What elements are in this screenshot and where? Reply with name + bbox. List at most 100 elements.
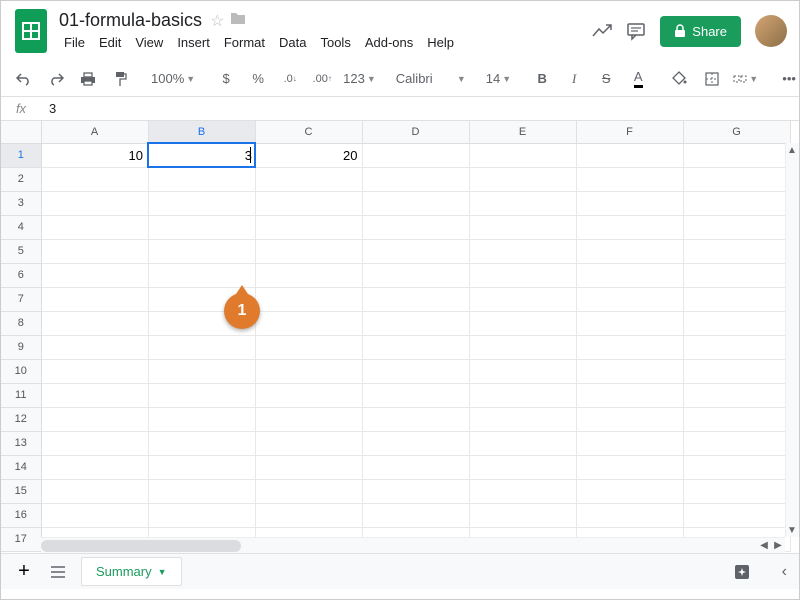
cell[interactable] [41, 239, 148, 263]
cell[interactable] [255, 383, 362, 407]
cell[interactable] [469, 359, 576, 383]
print-button[interactable] [77, 67, 99, 91]
cell[interactable] [362, 239, 469, 263]
cell[interactable] [41, 263, 148, 287]
row-header[interactable]: 11 [1, 383, 41, 407]
currency-button[interactable]: $ [215, 67, 237, 91]
cell[interactable] [683, 407, 790, 431]
row-header[interactable]: 1 [1, 143, 41, 167]
column-header[interactable]: D [362, 121, 469, 143]
scroll-down-button[interactable]: ▼ [785, 523, 799, 537]
folder-icon[interactable] [230, 11, 246, 31]
cell[interactable] [148, 191, 255, 215]
cell[interactable] [683, 287, 790, 311]
cell[interactable] [41, 191, 148, 215]
strikethrough-button[interactable]: S [595, 67, 617, 91]
row-header[interactable]: 17 [1, 527, 41, 551]
vertical-scrollbar[interactable] [785, 143, 799, 537]
cell[interactable] [41, 359, 148, 383]
cell[interactable] [362, 335, 469, 359]
percent-button[interactable]: % [247, 67, 269, 91]
cell[interactable] [469, 503, 576, 527]
cell[interactable] [576, 311, 683, 335]
formula-input[interactable]: 3 [41, 99, 799, 118]
font-dropdown[interactable]: Calibri▼ [396, 71, 466, 86]
cell[interactable] [362, 455, 469, 479]
number-format-dropdown[interactable]: 123▼ [343, 71, 376, 86]
menu-addons[interactable]: Add-ons [360, 33, 418, 52]
cell[interactable] [683, 359, 790, 383]
column-header[interactable]: E [469, 121, 576, 143]
cell[interactable] [683, 239, 790, 263]
scroll-up-button[interactable]: ▲ [785, 143, 799, 157]
cell[interactable] [41, 383, 148, 407]
cell[interactable] [469, 311, 576, 335]
menu-view[interactable]: View [130, 33, 168, 52]
doc-title[interactable]: 01-formula-basics [59, 10, 202, 31]
cell[interactable] [576, 407, 683, 431]
all-sheets-button[interactable] [47, 560, 69, 584]
row-header[interactable]: 16 [1, 503, 41, 527]
cell[interactable] [255, 359, 362, 383]
row-header[interactable]: 7 [1, 287, 41, 311]
redo-button[interactable] [45, 67, 67, 91]
row-header[interactable]: 2 [1, 167, 41, 191]
cell[interactable] [255, 407, 362, 431]
borders-button[interactable] [701, 67, 723, 91]
cell[interactable] [255, 191, 362, 215]
cell[interactable] [255, 431, 362, 455]
zoom-dropdown[interactable]: 100%▼ [151, 71, 195, 86]
cell[interactable] [576, 215, 683, 239]
row-header[interactable]: 9 [1, 335, 41, 359]
sheet-tab-dropdown-icon[interactable]: ▼ [158, 567, 167, 577]
row-header[interactable]: 12 [1, 407, 41, 431]
cell[interactable] [683, 479, 790, 503]
cell[interactable] [576, 263, 683, 287]
cell[interactable] [469, 335, 576, 359]
add-sheet-button[interactable]: + [13, 560, 35, 584]
cell[interactable] [362, 311, 469, 335]
cell[interactable] [362, 407, 469, 431]
scroll-right-button[interactable]: ▶ [771, 538, 785, 552]
horizontal-scrollbar[interactable] [41, 537, 785, 553]
menu-file[interactable]: File [59, 33, 90, 52]
cell[interactable] [148, 431, 255, 455]
cell[interactable] [255, 455, 362, 479]
cell[interactable] [576, 383, 683, 407]
row-header[interactable]: 14 [1, 455, 41, 479]
row-header[interactable]: 4 [1, 215, 41, 239]
menu-help[interactable]: Help [422, 33, 459, 52]
cell[interactable] [41, 215, 148, 239]
cell[interactable] [683, 455, 790, 479]
menu-format[interactable]: Format [219, 33, 270, 52]
cell[interactable] [362, 143, 469, 167]
cell[interactable] [148, 215, 255, 239]
cell[interactable] [255, 287, 362, 311]
cell[interactable] [41, 503, 148, 527]
cell[interactable] [683, 311, 790, 335]
comments-icon[interactable] [626, 21, 646, 41]
row-header[interactable]: 13 [1, 431, 41, 455]
decrease-decimal-button[interactable]: .0↓ [279, 67, 301, 91]
cell[interactable] [148, 335, 255, 359]
menu-tools[interactable]: Tools [315, 33, 355, 52]
cell[interactable]: 3 [148, 143, 255, 167]
cell[interactable] [362, 431, 469, 455]
row-header[interactable]: 8 [1, 311, 41, 335]
share-button[interactable]: Share [660, 16, 741, 47]
cell[interactable] [576, 239, 683, 263]
cell[interactable] [362, 215, 469, 239]
cell[interactable] [41, 407, 148, 431]
cell[interactable] [683, 431, 790, 455]
cell[interactable] [576, 359, 683, 383]
cell[interactable] [576, 431, 683, 455]
increase-decimal-button[interactable]: .00↑ [311, 67, 333, 91]
cell[interactable] [469, 287, 576, 311]
cell[interactable] [148, 455, 255, 479]
cell[interactable] [683, 167, 790, 191]
cell[interactable] [41, 311, 148, 335]
cell[interactable] [576, 287, 683, 311]
cell[interactable] [469, 407, 576, 431]
cell[interactable] [255, 239, 362, 263]
cell[interactable] [362, 263, 469, 287]
